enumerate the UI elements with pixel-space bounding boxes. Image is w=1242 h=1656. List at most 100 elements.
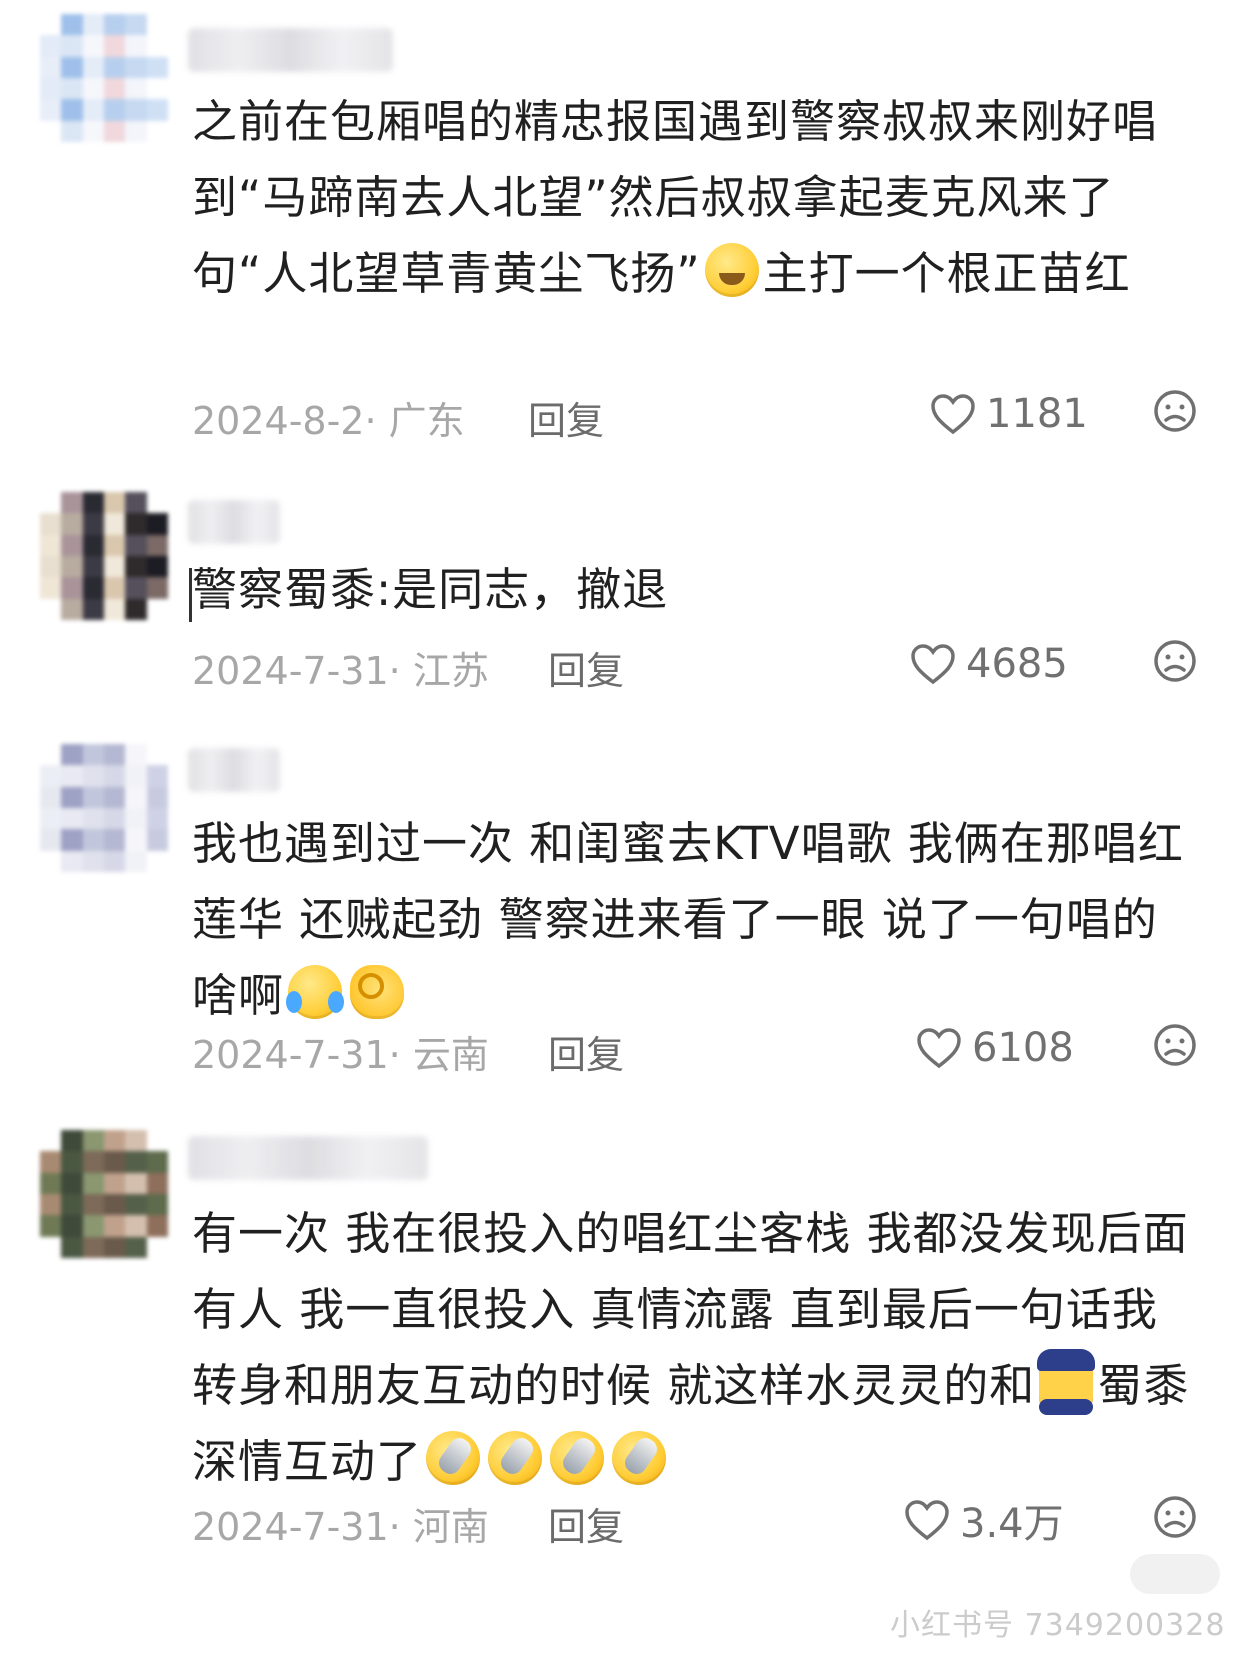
reply-button[interactable]: 回复 xyxy=(528,390,604,445)
avatar-mosaic-cell xyxy=(61,829,84,852)
avatar[interactable] xyxy=(40,1130,168,1258)
avatar-mosaic-cell xyxy=(104,808,127,831)
avatar-mosaic-cell xyxy=(125,829,148,852)
dislike-icon[interactable] xyxy=(1152,388,1198,434)
avatar-mosaic-cell xyxy=(146,56,168,79)
comment-date-location: 2024-7-31· 云南 xyxy=(192,1033,489,1077)
avatar-mosaic-cell xyxy=(82,99,105,122)
avatar-mosaic-cell xyxy=(104,1130,127,1153)
avatar-mosaic-cell xyxy=(40,1151,63,1174)
avatar-mosaic-cell xyxy=(82,513,105,536)
reply-button[interactable]: 回复 xyxy=(548,640,624,695)
avatar-mosaic-cell xyxy=(40,513,63,536)
avatar-mosaic-cell xyxy=(40,1215,63,1238)
avatar-mosaic-cell xyxy=(61,78,84,101)
avatar-mosaic-cell xyxy=(40,808,63,831)
avatar-mosaic-cell xyxy=(104,1215,127,1238)
avatar-mosaic-cell xyxy=(125,78,148,101)
like-count: 4685 xyxy=(966,641,1068,687)
avatar-mosaic-cell xyxy=(82,78,105,101)
avatar-mosaic-cell xyxy=(104,786,127,809)
avatar-mosaic-cell xyxy=(82,829,105,852)
avatar-mosaic-cell xyxy=(82,1130,105,1153)
avatar-mosaic-cell xyxy=(125,99,148,122)
avatar-mosaic-cell xyxy=(104,14,127,37)
avatar-mosaic-cell xyxy=(146,1151,168,1174)
avatar-mosaic-cell xyxy=(61,1215,84,1238)
avatar-mosaic-cell xyxy=(61,577,84,600)
avatar-mosaic-cell xyxy=(125,786,148,809)
dislike-icon[interactable] xyxy=(1152,1022,1198,1068)
avatar-mosaic-cell xyxy=(104,744,127,767)
avatar-mosaic-cell xyxy=(146,513,168,536)
like-button[interactable]: 3.4万 xyxy=(904,1490,1064,1550)
avatar-mosaic-cell xyxy=(40,534,63,557)
reply-button[interactable]: 回复 xyxy=(548,1496,624,1551)
like-button[interactable]: 6108 xyxy=(916,1018,1074,1078)
avatar-mosaic-cell xyxy=(61,99,84,122)
comment-meta: 2024-7-31· 云南 回复 6108 xyxy=(192,1018,1202,1078)
username[interactable] xyxy=(188,1136,428,1180)
avatar[interactable] xyxy=(40,492,168,620)
avatar-mosaic-cell xyxy=(82,850,105,872)
avatar-mosaic-cell xyxy=(104,120,127,142)
avatar-mosaic-cell xyxy=(40,1236,63,1258)
like-count: 3.4万 xyxy=(960,1501,1064,1547)
pleading-face-icon xyxy=(704,243,759,297)
avatar-mosaic-cell xyxy=(82,598,105,620)
avatar-mosaic-cell xyxy=(146,1194,168,1217)
avatar-mosaic-cell xyxy=(82,14,105,37)
avatar-mosaic-cell xyxy=(125,492,148,515)
avatar-mosaic-cell xyxy=(40,1130,63,1153)
avatar-mosaic-cell xyxy=(146,786,168,809)
avatar-mosaic-cell xyxy=(125,14,148,37)
avatar-mosaic-cell xyxy=(40,744,63,767)
avatar-mosaic-cell xyxy=(61,744,84,767)
avatar-mosaic-cell xyxy=(125,598,148,620)
username[interactable] xyxy=(188,748,280,792)
avatar-mosaic-cell xyxy=(125,556,148,579)
rolling-on-floor-laughing-icon xyxy=(286,965,345,1019)
avatar-mosaic-cell xyxy=(82,808,105,831)
comment-text: 有一次 我在很投入的唱红尘客栈 我都没发现后面有人 我一直很投入 真情流露 直到… xyxy=(192,1207,1190,1488)
avatar[interactable] xyxy=(40,14,168,142)
avatar-mosaic-cell xyxy=(40,786,63,809)
avatar-mosaic-cell xyxy=(82,56,105,79)
avatar-mosaic-cell xyxy=(82,1172,105,1195)
like-button[interactable]: 1181 xyxy=(930,384,1088,444)
watermark-text: 小红书号 7349200328 xyxy=(890,1608,1226,1643)
avatar-mosaic-cell xyxy=(82,1236,105,1258)
avatar-mosaic-cell xyxy=(146,14,168,37)
avatar[interactable] xyxy=(40,744,168,872)
avatar-mosaic-cell xyxy=(40,35,63,58)
avatar-mosaic-cell xyxy=(146,1236,168,1258)
avatar-mosaic-cell xyxy=(40,78,63,101)
comment-meta: 2024-7-31· 江苏 回复 4685 xyxy=(192,634,1202,694)
avatar-mosaic-cell xyxy=(104,765,127,788)
comment-date-location: 2024-8-2· 广东 xyxy=(192,399,465,443)
avatar-mosaic-cell xyxy=(104,78,127,101)
avatar-mosaic-cell xyxy=(40,577,63,600)
avatar-mosaic-cell xyxy=(40,829,63,852)
avatar-mosaic-cell xyxy=(125,35,148,58)
avatar-mosaic-cell xyxy=(104,1151,127,1174)
avatar-mosaic-cell xyxy=(61,120,84,142)
avatar-mosaic-cell xyxy=(40,1172,63,1195)
avatar-mosaic-cell xyxy=(104,56,127,79)
dislike-icon[interactable] xyxy=(1152,638,1198,684)
reply-button[interactable]: 回复 xyxy=(548,1024,624,1079)
dislike-icon[interactable] xyxy=(1152,1494,1198,1540)
avatar-mosaic-cell xyxy=(146,744,168,767)
avatar-mosaic-cell xyxy=(61,534,84,557)
avatar-mosaic-cell xyxy=(125,1151,148,1174)
avatar-mosaic-cell xyxy=(61,1172,84,1195)
avatar-mosaic-cell xyxy=(125,1236,148,1258)
avatar-mosaic-cell xyxy=(104,556,127,579)
avatar-mosaic-cell xyxy=(82,577,105,600)
police-officer-icon xyxy=(1037,1349,1096,1415)
username[interactable] xyxy=(188,28,393,72)
like-button[interactable]: 4685 xyxy=(910,634,1068,694)
avatar-mosaic-cell xyxy=(146,850,168,872)
avatar-mosaic-cell xyxy=(61,1194,84,1217)
username[interactable] xyxy=(188,500,280,544)
